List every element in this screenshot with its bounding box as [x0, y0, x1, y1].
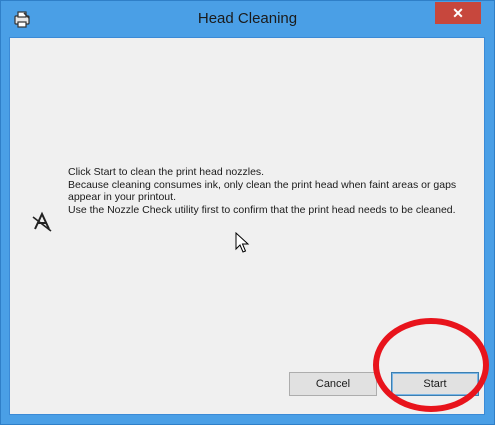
window-title: Head Cleaning: [197, 10, 298, 27]
head-cleaning-dialog: Head Cleaning ✕ Click Start to clean the…: [0, 0, 495, 425]
dialog-body: Click Start to clean the print head nozz…: [9, 37, 485, 415]
close-button[interactable]: ✕: [435, 2, 481, 24]
instruction-line: Use the Nozzle Check utility first to co…: [68, 203, 456, 216]
instructions-text: Click Start to clean the print head nozz…: [68, 166, 458, 216]
instruction-line: Because cleaning consumes ink, only clea…: [68, 178, 457, 204]
instruction-line: Click Start to clean the print head nozz…: [68, 166, 265, 178]
cancel-button[interactable]: Cancel: [289, 372, 377, 396]
mouse-pointer-icon: [235, 232, 250, 253]
start-button[interactable]: Start: [391, 372, 479, 396]
print-head-icon: [32, 211, 52, 232]
close-icon: ✕: [452, 5, 464, 21]
title-bar[interactable]: Head Cleaning ✕: [1, 1, 494, 37]
